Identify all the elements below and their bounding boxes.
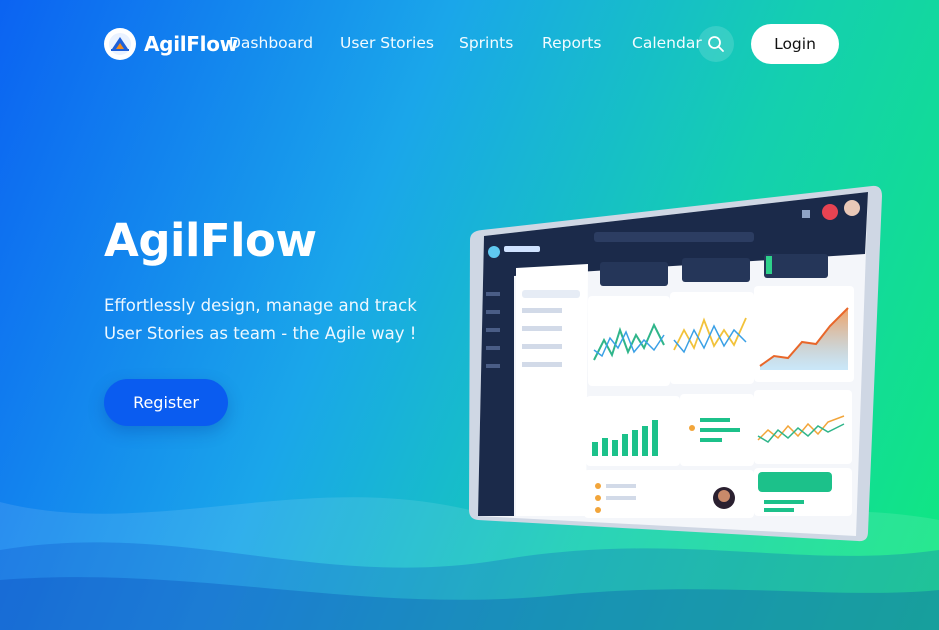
brand-name: AgilFlow [144, 32, 238, 56]
brand[interactable]: AgilFlow [104, 28, 238, 60]
top-navbar: AgilFlow Dashboard User Stories Sprints … [0, 0, 939, 88]
register-button[interactable]: Register [104, 379, 228, 426]
nav-link-sprints[interactable]: Sprints [459, 34, 513, 52]
login-button[interactable]: Login [751, 24, 839, 64]
nav-link-reports[interactable]: Reports [542, 34, 601, 52]
nav-link-user-stories[interactable]: User Stories [340, 34, 434, 52]
search-button[interactable] [698, 26, 734, 62]
nav-link-dashboard[interactable]: Dashboard [229, 34, 313, 52]
search-icon [708, 36, 724, 52]
dashboard-mockup-image [469, 185, 882, 542]
nav-link-calendar[interactable]: Calendar [632, 34, 702, 52]
agilflow-logo-icon [104, 28, 136, 60]
hero-title: AgilFlow [104, 214, 317, 267]
hero-subtitle: Effortlessly design, manage and track Us… [104, 296, 417, 343]
